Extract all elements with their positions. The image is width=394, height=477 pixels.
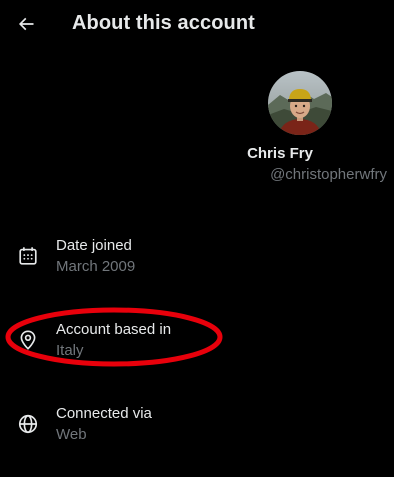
detail-value: March 2009	[56, 258, 136, 275]
detail-label: Account based in	[56, 321, 172, 338]
detail-label: Connected via	[56, 405, 152, 422]
top-bar: About this account	[0, 0, 394, 50]
calendar-icon	[19, 247, 37, 265]
avatar-photo	[268, 71, 332, 135]
detail-value: Italy	[56, 342, 84, 359]
avatar[interactable]	[268, 71, 332, 135]
globe-icon	[18, 414, 38, 434]
detail-row-date-joined: Date joined March 2009	[0, 237, 394, 281]
profile-handle: @christopherwfry	[270, 166, 387, 183]
detail-label: Date joined	[56, 237, 132, 254]
location-pin-icon	[20, 330, 36, 350]
detail-row-connected-via: Connected via Web	[0, 405, 394, 449]
page-title: About this account	[72, 12, 255, 34]
back-arrow-icon	[18, 17, 34, 31]
detail-row-account-based-in: Account based in Italy	[0, 321, 394, 365]
profile-name: Chris Fry	[247, 145, 313, 162]
detail-value: Web	[56, 426, 87, 443]
back-button[interactable]	[11, 9, 41, 39]
